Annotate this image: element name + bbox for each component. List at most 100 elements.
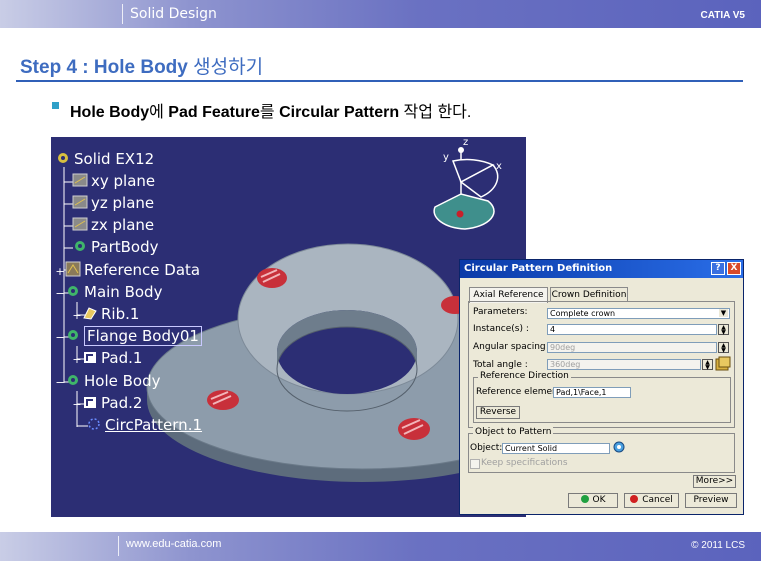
footer-divider: [118, 536, 119, 556]
step-heading-suffix: 생성하기: [193, 57, 264, 78]
object-to-pattern-title: Object to Pattern: [473, 427, 554, 437]
instances-input[interactable]: 4: [547, 324, 717, 335]
tree-label-main-body: Main Body: [84, 283, 163, 301]
angular-spacing-spinner[interactable]: ▲ ▼: [718, 342, 729, 354]
collapse-icon[interactable]: −: [55, 376, 65, 389]
help-button[interactable]: ?: [711, 262, 725, 275]
tree-item-pad-2[interactable]: + Pad.2: [72, 394, 142, 412]
tree-label-flange: Flange Body01: [84, 326, 202, 346]
heading-rule: [16, 80, 743, 82]
formula-icon[interactable]: [715, 356, 731, 372]
plane-icon: [72, 173, 88, 187]
collapse-icon[interactable]: −: [55, 331, 65, 344]
more-button[interactable]: More>>: [693, 475, 736, 488]
tree-item-flange-body[interactable]: − Flange Body01: [55, 326, 202, 346]
body-gear-icon: [68, 286, 78, 296]
bullet-part-2: 에: [149, 104, 169, 121]
cancel-button[interactable]: Cancel: [624, 493, 679, 508]
pad-icon: [84, 397, 96, 408]
tab-crown-definition[interactable]: Crown Definition: [550, 287, 628, 302]
compass-z-label: z: [463, 137, 468, 148]
footer-url[interactable]: www.edu-catia.com: [126, 538, 221, 550]
compass-x-label: x: [496, 161, 502, 172]
angular-spacing-label: Angular spacing :: [473, 342, 552, 352]
header-brand: CATIA V5: [700, 10, 745, 21]
angular-spacing-input[interactable]: 90deg: [547, 342, 717, 353]
tree-label-xy: xy plane: [91, 172, 156, 190]
part-gear-icon: [58, 153, 68, 163]
tree-item-hole-body[interactable]: − Hole Body: [55, 372, 160, 390]
tree-item-main-body[interactable]: − Main Body: [55, 283, 162, 301]
dialog-title: Circular Pattern Definition: [464, 263, 613, 274]
tree-label-zx: zx plane: [91, 216, 155, 234]
tree-item-rib[interactable]: + Rib.1: [72, 305, 139, 323]
ok-label: OK: [592, 495, 606, 505]
circular-pattern-dialog: Circular Pattern Definition ? X Axial Re…: [459, 259, 744, 515]
tree-item-reference-data[interactable]: + Reference Data: [55, 261, 200, 279]
bullet-part-3: Pad Feature: [168, 104, 260, 121]
step-heading: Step 4 : Hole Body 생성하기: [20, 52, 263, 79]
compass[interactable]: z y x: [433, 137, 502, 230]
object-field[interactable]: Current Solid: [502, 443, 610, 454]
tree-label-pad1: Pad.1: [101, 349, 143, 367]
expand-icon[interactable]: +: [72, 353, 82, 366]
tree-item-pad-1[interactable]: + Pad.1: [72, 349, 142, 367]
expand-icon[interactable]: +: [72, 309, 82, 322]
plane-icon: [72, 195, 88, 209]
chevron-down-icon[interactable]: ▼: [719, 309, 728, 317]
expand-icon[interactable]: +: [55, 265, 65, 278]
bullet-text: Hole Body에 Pad Feature를 Circular Pattern…: [70, 98, 471, 122]
parameters-label: Parameters:: [473, 307, 528, 317]
tree-label-rib: Rib.1: [101, 305, 140, 323]
body-gear-icon: [75, 241, 85, 251]
tree-item-yz-plane[interactable]: yz plane: [72, 194, 154, 212]
bullet-part-1: Hole Body: [70, 104, 150, 121]
ok-icon: [580, 495, 589, 503]
tree-item-xy-plane[interactable]: xy plane: [72, 172, 155, 190]
cancel-icon: [630, 495, 639, 503]
total-angle-input[interactable]: 360deg: [547, 359, 701, 370]
bullet-part-5: Circular Pattern: [279, 104, 400, 121]
total-angle-spinner[interactable]: ▲ ▼: [702, 359, 713, 371]
tree-label-reference: Reference Data: [84, 261, 201, 279]
plane-icon: [72, 217, 88, 231]
reference-element-field[interactable]: Pad,1\Face,1: [553, 387, 631, 398]
tree-item-partbody[interactable]: PartBody: [72, 238, 158, 256]
header-divider: [122, 4, 123, 24]
compass-y-label: y: [443, 152, 449, 163]
tree-label-partbody: PartBody: [91, 238, 159, 256]
bullet-part-6: 작업 한다.: [399, 104, 472, 121]
header-title: Solid Design: [130, 6, 217, 22]
keep-specifications-checkbox[interactable]: [470, 459, 480, 469]
object-label: Object:: [470, 443, 503, 453]
catia-3d-viewport[interactable]: z y x Solid EX12 xy plane yz plane zx pl…: [51, 137, 526, 517]
tree-label-pad2: Pad.2: [101, 394, 143, 412]
circular-pattern-icon: [88, 418, 100, 430]
body-gear-icon: [68, 375, 78, 385]
tree-label-root: Solid EX12: [74, 150, 155, 168]
tree-item-zx-plane[interactable]: zx plane: [72, 216, 154, 234]
tree-item-circ-pattern[interactable]: CircPattern.1: [86, 416, 202, 434]
tree-label-yz: yz plane: [91, 194, 155, 212]
bullet-marker: [52, 102, 59, 109]
dialog-title-bar[interactable]: Circular Pattern Definition ? X: [460, 260, 743, 278]
close-button[interactable]: X: [727, 262, 741, 275]
tree-root-item[interactable]: Solid EX12: [55, 150, 154, 168]
reference-element-label: Reference element:: [476, 387, 565, 397]
bullet-part-4: 를: [259, 104, 280, 121]
collapse-icon[interactable]: −: [55, 287, 65, 300]
reverse-button[interactable]: Reverse: [476, 406, 520, 419]
expand-icon[interactable]: +: [72, 398, 82, 411]
footer-copyright: © 2011 LCS: [691, 540, 745, 551]
object-picker-icon[interactable]: [612, 440, 626, 454]
ok-button[interactable]: OK: [568, 493, 618, 508]
body-gear-icon: [68, 330, 78, 340]
instances-label: Instance(s) :: [473, 324, 529, 334]
instances-spinner[interactable]: ▲ ▼: [718, 324, 729, 336]
total-angle-label: Total angle :: [473, 360, 528, 370]
preview-button[interactable]: Preview: [685, 493, 737, 508]
keep-specifications-label: Keep specifications: [481, 458, 568, 468]
top-banner: Solid Design CATIA V5: [0, 0, 761, 28]
parameters-select[interactable]: Complete crown: [547, 308, 730, 319]
tree-label-circpattern: CircPattern.1: [105, 416, 203, 434]
